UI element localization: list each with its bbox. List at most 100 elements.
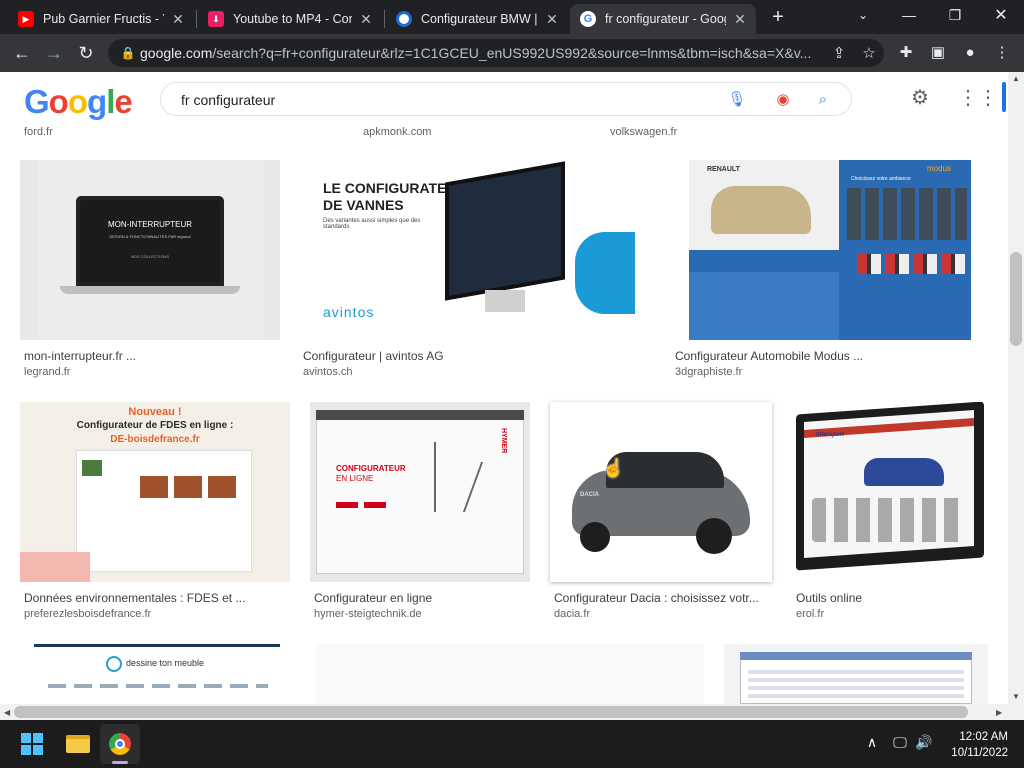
image-result-card[interactable]: Intersport Outils online erol.fr: [792, 402, 988, 632]
result-source[interactable]: preferezlesboisdefrance.fr: [24, 608, 151, 620]
close-window-icon[interactable]: ✕: [978, 0, 1024, 30]
restore-icon[interactable]: ❐: [932, 0, 978, 30]
url-text[interactable]: google.com/search?q=fr+configurateur&rlz…: [140, 45, 824, 61]
image-result-card[interactable]: [724, 644, 988, 704]
share-icon[interactable]: ⇪: [824, 44, 854, 62]
chrome-icon[interactable]: [100, 724, 140, 764]
result-source[interactable]: avintos.ch: [303, 366, 353, 378]
scroll-left-icon[interactable]: ◀: [4, 708, 10, 717]
close-tab-icon[interactable]: ✕: [170, 11, 186, 28]
result-source[interactable]: erol.fr: [796, 608, 824, 620]
apps-grid-icon[interactable]: ⋮⋮: [958, 86, 998, 110]
image-result-card[interactable]: Nouveau ! Configurateur de FDES en ligne…: [20, 402, 290, 632]
result-source[interactable]: ford.fr: [24, 126, 53, 138]
address-bar[interactable]: 🔒 google.com/search?q=fr+configurateur&r…: [108, 39, 884, 67]
tray-chevron-icon[interactable]: ∧: [862, 734, 882, 751]
system-clock[interactable]: 12:02 AM 10/11/2022: [944, 729, 1008, 761]
tab-separator: [196, 10, 197, 28]
result-thumbnail[interactable]: CONFIGURATEUR EN LIGNE HYMER: [310, 402, 530, 582]
result-title[interactable]: mon-interrupteur.fr ...: [24, 349, 274, 363]
result-title[interactable]: Configurateur en ligne: [314, 591, 524, 605]
voice-search-icon[interactable]: 🎙: [727, 90, 747, 110]
result-source[interactable]: apkmonk.com: [363, 126, 431, 138]
result-title[interactable]: Données environnementales : FDES et ...: [24, 591, 284, 605]
side-panel-icon[interactable]: ▣: [926, 41, 950, 65]
network-icon[interactable]: 🖵: [890, 734, 910, 751]
minimize-icon[interactable]: —: [886, 0, 932, 30]
vertical-scrollbar[interactable]: [1008, 72, 1024, 704]
result-source[interactable]: volkswagen.fr: [610, 126, 677, 138]
tab-pub-garnier[interactable]: ▶ Pub Garnier Fructis - Yo ✕: [8, 4, 194, 34]
thumb-text: MON-INTERRUPTEUR: [108, 220, 192, 229]
result-title[interactable]: Configurateur Automobile Modus ...: [675, 349, 985, 363]
clock-date: 10/11/2022: [951, 747, 1008, 759]
lock-icon[interactable]: 🔒: [116, 46, 140, 60]
thumb-text: modus: [927, 164, 952, 173]
tab-configurateur-bmw[interactable]: Configurateur BMW | B ✕: [386, 4, 568, 34]
result-thumbnail[interactable]: DACIA: [550, 402, 772, 582]
image-result-card[interactable]: MON-INTERRUPTEUR DESIGN & FONCTIONNALITÉ…: [20, 160, 280, 390]
browser-toolbar: ← → ↻ 🔒 google.com/search?q=fr+configura…: [0, 34, 1024, 72]
result-thumbnail[interactable]: Intersport: [792, 402, 988, 582]
scroll-up-icon[interactable]: ▲: [1012, 74, 1020, 83]
result-source[interactable]: dacia.fr: [554, 608, 590, 620]
tab-google-search[interactable]: G fr configurateur - Goog ✕: [570, 4, 756, 34]
file-explorer-icon[interactable]: [58, 724, 98, 764]
thumb-text: DACIA: [580, 492, 599, 498]
thumb-text: avintos: [323, 304, 375, 320]
image-result-card[interactable]: CONFIGURATEUR EN LIGNE HYMER Configurate…: [310, 402, 530, 632]
result-thumbnail[interactable]: RENAULT modus Choisissez votre ambiance: [671, 160, 989, 340]
image-result-card[interactable]: DACIA Configurateur Dacia : choisissez v…: [550, 402, 772, 632]
extensions-icon[interactable]: ✚: [894, 41, 918, 65]
back-icon[interactable]: ←: [10, 41, 34, 65]
result-thumbnail[interactable]: [316, 644, 704, 704]
result-thumbnail[interactable]: MON-INTERRUPTEUR DESIGN & FONCTIONNALITÉ…: [20, 160, 280, 340]
image-result-card[interactable]: LE CONFIGURATEUR DE VANNES Des variantes…: [299, 160, 651, 390]
tab-separator: [384, 10, 385, 28]
result-thumbnail[interactable]: Nouveau ! Configurateur de FDES en ligne…: [20, 402, 290, 582]
close-tab-icon[interactable]: ✕: [358, 11, 374, 28]
bookmark-star-icon[interactable]: ☆: [854, 44, 884, 62]
google-doodle-logo[interactable]: Google: [24, 83, 133, 121]
youtube-icon: ▶: [18, 11, 34, 27]
result-title[interactable]: Configurateur Dacia : choisissez votr...: [554, 591, 768, 605]
sign-in-button-edge[interactable]: [1002, 82, 1006, 112]
result-title[interactable]: Configurateur | avintos AG: [303, 349, 643, 363]
close-tab-icon[interactable]: ✕: [732, 11, 748, 28]
result-title[interactable]: Outils online: [796, 591, 986, 605]
result-source[interactable]: 3dgraphiste.fr: [675, 366, 742, 378]
result-thumbnail[interactable]: [724, 644, 988, 704]
scroll-down-icon[interactable]: ▼: [1012, 692, 1020, 701]
scroll-right-icon[interactable]: ▶: [996, 708, 1002, 717]
thumb-text: NOS COLLECTIONS: [130, 254, 169, 259]
tab-youtube-mp4[interactable]: ⬇ Youtube to MP4 - Conv ✕: [198, 4, 382, 34]
search-box[interactable]: fr configurateur 🎙 ◉ ⌕: [160, 82, 852, 116]
settings-gear-icon[interactable]: ⚙: [908, 86, 932, 110]
lens-icon[interactable]: ◉: [773, 90, 793, 110]
search-icon[interactable]: ⌕: [813, 90, 833, 110]
reload-icon[interactable]: ↻: [74, 41, 98, 65]
search-query[interactable]: fr configurateur: [181, 92, 275, 108]
volume-icon[interactable]: 🔊: [914, 734, 934, 751]
image-result-card[interactable]: dessine ton meuble: [20, 644, 296, 704]
profile-icon[interactable]: ●: [958, 41, 982, 65]
thumb-text: DESIGN & FONCTIONNALITÉS PAR legrand: [109, 234, 191, 239]
image-result-card[interactable]: [316, 644, 704, 704]
horizontal-scroll-thumb[interactable]: [14, 706, 968, 718]
result-thumbnail[interactable]: LE CONFIGURATEUR DE VANNES Des variantes…: [299, 160, 651, 340]
tab-title: Configurateur BMW | B: [421, 12, 538, 26]
result-thumbnail[interactable]: dessine ton meuble: [20, 644, 296, 704]
menu-icon[interactable]: ⋮: [990, 41, 1014, 65]
vertical-scroll-thumb[interactable]: [1010, 252, 1022, 346]
hand-cursor-icon: ☝: [602, 458, 625, 478]
windows-start-icon[interactable]: [12, 724, 52, 764]
image-result-card[interactable]: RENAULT modus Choisissez votre ambiance …: [671, 160, 989, 390]
forward-icon[interactable]: →: [42, 41, 66, 65]
result-source[interactable]: legrand.fr: [24, 366, 70, 378]
new-tab-button[interactable]: +: [766, 6, 790, 30]
result-source[interactable]: hymer-steigtechnik.de: [314, 608, 422, 620]
logo-letter: G: [24, 83, 50, 120]
tab-search-icon[interactable]: ⌄: [840, 0, 886, 30]
url-path: /search?q=fr+configurateur&rlz=1C1GCEU_e…: [212, 45, 812, 61]
close-tab-icon[interactable]: ✕: [544, 11, 560, 28]
